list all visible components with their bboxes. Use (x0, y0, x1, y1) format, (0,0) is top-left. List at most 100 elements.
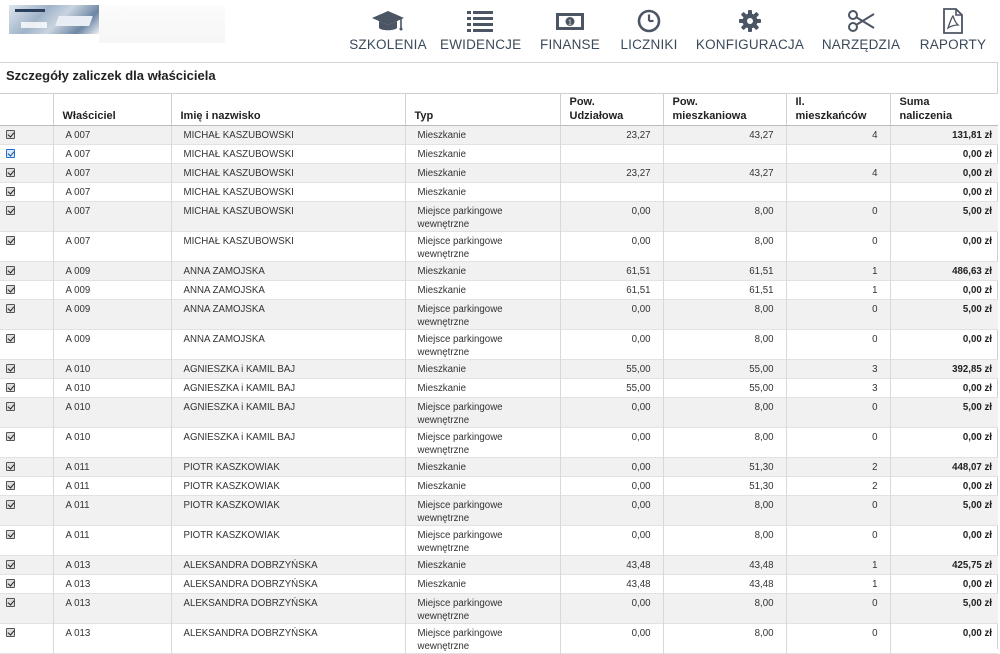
share-area-cell: 0,00 (559, 495, 663, 526)
type-cell: Miejsce parkingowe wewnętrzne (404, 201, 560, 232)
table-row[interactable]: A 011 PIOTR KASZKOWIAK Mieszkanie 0,00 51,30… (0, 476, 998, 496)
nav-item-liczniki[interactable]: LICZNIKI (618, 8, 680, 54)
living-area-cell: 61,51 (662, 280, 786, 300)
row-checkbox[interactable] (6, 334, 15, 343)
row-checkbox[interactable] (6, 266, 15, 275)
type-cell: Mieszkanie (404, 574, 560, 594)
col-name[interactable]: Imię i nazwisko (170, 93, 405, 126)
table-row[interactable]: A 010 AGNIESZKA i KAMIL BAJ Mieszkanie 55,0… (0, 359, 998, 379)
table-row[interactable]: A 007 MICHAŁ KASZUBOWSKI Mieszkanie 23,27 43… (0, 163, 998, 183)
owner-cell: A 013 (52, 593, 171, 624)
table-row[interactable]: A 011 PIOTR KASZKOWIAK Miejsce parkingowe … (0, 495, 998, 526)
table-row[interactable]: A 007 MICHAŁ KASZUBOWSKI Miejsce parkingow… (0, 201, 998, 232)
col-living-area[interactable]: Pow. mieszkaniowa (662, 93, 786, 126)
nav-item-ewidencje[interactable]: EWIDENCJE (440, 8, 521, 54)
col-owner[interactable]: Właściciel (52, 93, 171, 126)
row-checkbox[interactable] (6, 364, 15, 373)
living-area-cell (662, 144, 786, 164)
nav-item-raporty[interactable]: RAPORTY (918, 8, 988, 54)
row-checkbox[interactable] (6, 481, 15, 490)
company-logo[interactable] (9, 5, 99, 34)
living-area-cell: 8,00 (662, 525, 786, 556)
scissors-icon (848, 10, 875, 32)
row-checkbox[interactable] (6, 304, 15, 313)
table-row[interactable]: A 011 PIOTR KASZKOWIAK Miejsce parkingowe … (0, 525, 998, 556)
row-checkbox[interactable] (6, 598, 15, 607)
row-checkbox[interactable] (6, 236, 15, 245)
name-cell: ALEKSANDRA DOBRZYŃSKA (170, 555, 405, 575)
table-row[interactable]: A 007 MICHAŁ KASZUBOWSKI Mieszkanie 0,00 zł (0, 144, 998, 164)
living-area-cell: 61,51 (662, 261, 786, 281)
table-row[interactable]: A 009 ANNA ZAMOJSKA Mieszkanie 61,51 61,51 1 4… (0, 261, 998, 281)
row-checkbox[interactable] (6, 149, 15, 158)
row-checkbox[interactable] (6, 168, 15, 177)
col-share-area[interactable]: Pow. Udziałowa (559, 93, 663, 126)
table-row[interactable]: A 010 AGNIESZKA i KAMIL BAJ Mieszkanie 55,0… (0, 378, 998, 398)
residents-cell: 0 (785, 427, 890, 458)
total-cell: 0,00 zł (889, 329, 998, 360)
row-checkbox[interactable] (6, 383, 15, 392)
row-checkbox[interactable] (6, 560, 15, 569)
table-row[interactable]: A 007 MICHAŁ KASZUBOWSKI Miejsce parkingow… (0, 231, 998, 262)
row-checkbox[interactable] (6, 130, 15, 139)
table-row[interactable]: A 010 AGNIESZKA i KAMIL BAJ Miejsce parkin… (0, 397, 998, 428)
type-cell: Mieszkanie (404, 476, 560, 496)
table-row[interactable]: A 009 ANNA ZAMOJSKA Miejsce parkingowe wew… (0, 329, 998, 360)
nav-label: SZKOLENIA (349, 37, 427, 52)
row-checkbox[interactable] (6, 530, 15, 539)
nav-item-finanse[interactable]: 1 FINANSE (536, 8, 604, 54)
share-area-cell: 0,00 (559, 525, 663, 556)
table-row[interactable]: A 009 ANNA ZAMOJSKA Miejsce parkingowe wew… (0, 299, 998, 330)
share-area-cell: 55,00 (559, 378, 663, 398)
row-checkbox-cell (0, 300, 53, 330)
name-cell: MICHAŁ KASZUBOWSKI (170, 201, 405, 232)
table-row[interactable]: A 007 MICHAŁ KASZUBOWSKI Mieszkanie 23,27 43… (0, 125, 998, 145)
row-checkbox-cell (0, 164, 53, 183)
table-row[interactable]: A 007 MICHAŁ KASZUBOWSKI Mieszkanie 0,00 zł (0, 182, 998, 202)
residents-cell (785, 144, 890, 164)
owner-cell: A 007 (52, 201, 171, 232)
row-checkbox[interactable] (6, 206, 15, 215)
owner-cell: A 010 (52, 427, 171, 458)
row-checkbox[interactable] (6, 628, 15, 637)
col-name-label: Imię i nazwisko (180, 110, 261, 122)
table-row[interactable]: A 011 PIOTR KASZKOWIAK Mieszkanie 0,00 51,30… (0, 457, 998, 477)
owner-cell: A 010 (52, 359, 171, 379)
row-checkbox[interactable] (6, 579, 15, 588)
name-cell: ALEKSANDRA DOBRZYŃSKA (170, 574, 405, 594)
row-checkbox[interactable] (6, 432, 15, 441)
total-cell: 0,00 zł (889, 574, 998, 594)
table-row[interactable]: A 013 ALEKSANDRA DOBRZYŃSKA Mieszkanie 43,4… (0, 555, 998, 575)
nav-item-narzedzia[interactable]: NARZĘDZIA (820, 8, 902, 54)
name-cell: PIOTR KASZKOWIAK (170, 495, 405, 526)
nav-item-konfiguracja[interactable]: KONFIGURACJA (695, 8, 805, 54)
table-row[interactable]: A 009 ANNA ZAMOJSKA Mieszkanie 61,51 61,51 1 0… (0, 280, 998, 300)
type-cell: Miejsce parkingowe wewnętrzne (404, 495, 560, 526)
col-type[interactable]: Typ (404, 93, 560, 126)
row-checkbox[interactable] (6, 187, 15, 196)
table-row[interactable]: A 013 ALEKSANDRA DOBRZYŃSKA Mieszkanie 43,4… (0, 574, 998, 594)
nav-item-szkolenia[interactable]: SZKOLENIA (345, 8, 431, 54)
row-checkbox[interactable] (6, 462, 15, 471)
row-checkbox[interactable] (6, 402, 15, 411)
col-total[interactable]: Suma naliczenia (889, 93, 998, 126)
residents-cell: 1 (785, 574, 890, 594)
share-area-cell: 43,48 (559, 555, 663, 575)
col-residents[interactable]: Il. mieszkańców (785, 93, 890, 126)
living-area-cell: 43,27 (662, 163, 786, 183)
main-nav: SZKOLENIA EWIDENCJE 1 FINANSE LICZNIKI K… (340, 8, 992, 54)
col-total-line2: naliczenia (899, 110, 953, 122)
share-area-cell: 0,00 (559, 623, 663, 654)
table-row[interactable]: A 013 ALEKSANDRA DOBRZYŃSKA Miejsce parkin… (0, 623, 998, 654)
row-checkbox[interactable] (6, 500, 15, 509)
table-row[interactable]: A 013 ALEKSANDRA DOBRZYŃSKA Miejsce parkin… (0, 593, 998, 624)
living-area-cell: 8,00 (662, 593, 786, 624)
name-cell: ANNA ZAMOJSKA (170, 261, 405, 281)
row-checkbox[interactable] (6, 285, 15, 294)
owner-cell: A 010 (52, 378, 171, 398)
residents-cell: 0 (785, 495, 890, 526)
owner-cell: A 011 (52, 457, 171, 477)
living-area-cell: 8,00 (662, 201, 786, 232)
residents-cell: 1 (785, 280, 890, 300)
table-row[interactable]: A 010 AGNIESZKA i KAMIL BAJ Miejsce parkin… (0, 427, 998, 458)
